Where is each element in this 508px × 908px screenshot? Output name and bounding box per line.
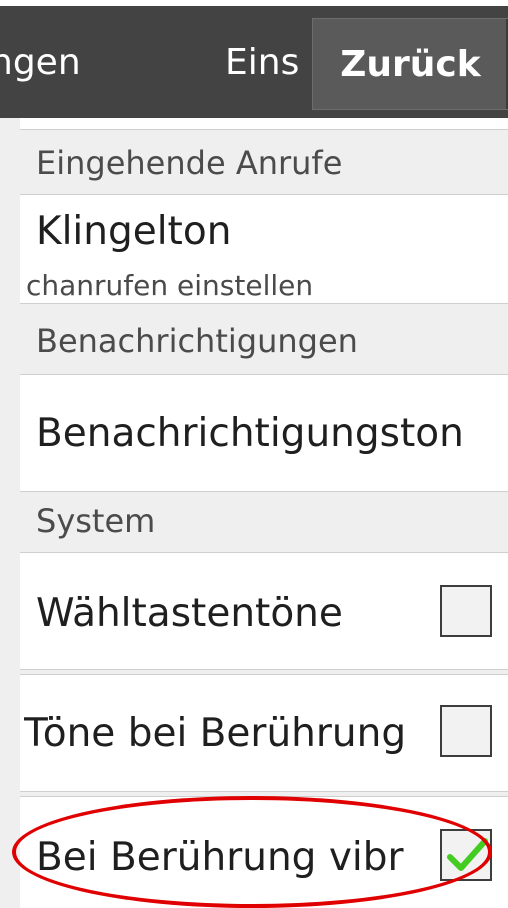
- settings-list[interactable]: Eingehende Anrufe Klingelton chanrufen e…: [0, 118, 508, 908]
- action-bar-title-text: ngen: [0, 42, 81, 83]
- section-header-notifications: Benachrichtigungen: [36, 322, 358, 360]
- touch-sounds-title: Töne bei Berührung: [24, 711, 407, 756]
- settings-screen: ngen Eins Zurück Eingehende Anrufe Kling…: [0, 0, 508, 908]
- section-header-incoming-calls: Eingehende Anrufe: [36, 144, 343, 182]
- back-button[interactable]: Zurück: [312, 18, 508, 110]
- checkmark-icon: [447, 838, 488, 871]
- dial-tones-checkbox[interactable]: [440, 585, 492, 637]
- action-bar: ngen Eins Zurück: [0, 0, 508, 118]
- haptic-feedback-preference[interactable]: Bei Berührung vibr: [20, 796, 508, 908]
- ringtone-title: Klingelton: [36, 209, 232, 254]
- list-item-partial[interactable]: [20, 118, 508, 130]
- haptic-feedback-title: Bei Berührung vibr: [36, 835, 404, 880]
- action-bar-subtitle-partial: Eins: [225, 42, 300, 83]
- touch-sounds-preference[interactable]: Töne bei Berührung: [20, 674, 508, 792]
- touch-sounds-checkbox[interactable]: [440, 705, 492, 757]
- ringtone-summary: chanrufen einstellen: [26, 269, 314, 302]
- ringtone-preference[interactable]: Klingelton chanrufen einstellen: [20, 194, 508, 304]
- notification-sound-title: Benachrichtigungston: [36, 411, 464, 456]
- dial-tones-preference[interactable]: Wähltastentöne: [20, 552, 508, 670]
- notification-sound-preference[interactable]: Benachrichtigungston: [20, 374, 508, 492]
- dial-tones-title: Wähltastentöne: [36, 591, 343, 636]
- haptic-feedback-checkbox[interactable]: [440, 829, 492, 881]
- section-header-system: System: [36, 502, 156, 540]
- action-bar-title-partial: ngen: [0, 42, 130, 83]
